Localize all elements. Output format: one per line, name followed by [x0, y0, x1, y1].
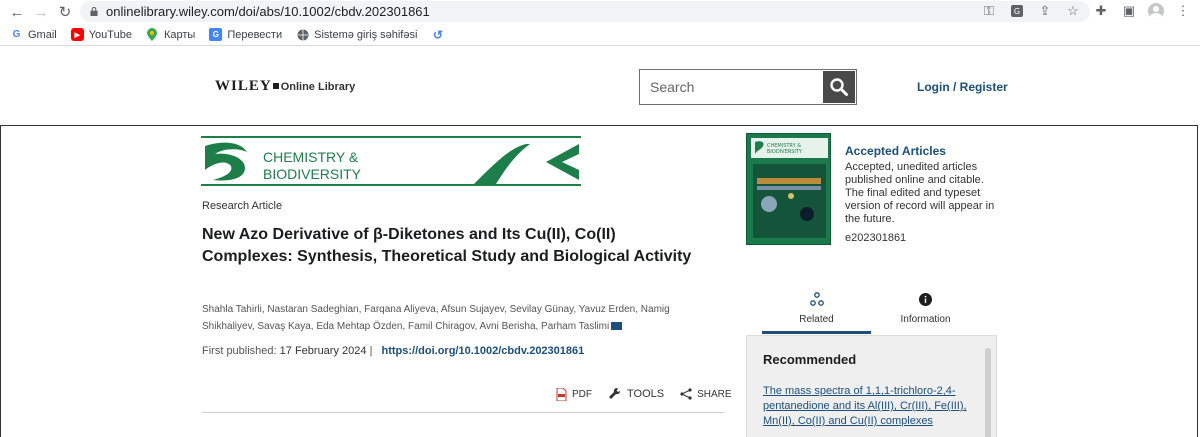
pubinfo-separator: | [369, 345, 373, 357]
tab-information-label: Information [900, 314, 951, 325]
tab-information[interactable]: Information [871, 290, 980, 334]
tools-button[interactable]: TOOLS [608, 387, 664, 401]
bookmark-translate[interactable]: G Перевести [209, 28, 282, 41]
history-icon: ↺ [432, 27, 443, 42]
translate-icon: G [209, 28, 223, 41]
share-icon [680, 388, 692, 400]
first-published-label: First published: [202, 345, 277, 357]
tools-label: TOOLS [627, 388, 665, 400]
article-title: New Azo Derivative of β-Diketones and It… [202, 226, 692, 265]
profile-avatar[interactable] [1148, 3, 1164, 19]
journal-name-line2: BIODIVERSITY [263, 166, 362, 182]
bookmark-gmail[interactable]: G Gmail [10, 28, 57, 41]
info-icon [919, 290, 932, 308]
reload-icon[interactable]: ↻ [54, 1, 76, 23]
recommended-heading: Recommended [763, 352, 857, 367]
search-input[interactable] [640, 70, 824, 104]
bookmark-label: YouTube [88, 28, 132, 41]
share-page-icon[interactable]: ⇪ [1036, 2, 1054, 20]
youtube-icon: ▶ [70, 28, 84, 41]
article-type: Research Article [202, 200, 283, 212]
recommended-item-link[interactable]: The mass spectra of 1,1,1-trichloro-2,4-… [763, 384, 973, 429]
bookmark-star-icon[interactable]: ☆ [1064, 2, 1082, 20]
recommended-scrollbar[interactable] [985, 348, 991, 437]
tab-related[interactable]: Related [762, 290, 871, 334]
authors-text[interactable]: Shahla Tahirli, Nastaran Sadeghian, Farq… [202, 304, 670, 332]
divider [202, 412, 724, 413]
search-box [639, 69, 857, 105]
back-icon[interactable]: ← [6, 1, 28, 23]
url-text: onlinelibrary.wiley.com/doi/abs/10.1002/… [106, 4, 430, 19]
accepted-articles-link[interactable]: Accepted Articles [845, 144, 946, 158]
recommended-panel: Recommended The mass spectra of 1,1,1-tr… [746, 335, 997, 437]
forward-icon[interactable]: → [30, 1, 52, 23]
bookmark-label: Карты [163, 28, 196, 41]
rail-tabs: Related Information [762, 290, 981, 334]
journal-logo-mark [205, 142, 247, 181]
pdf-button[interactable]: PDF [556, 387, 592, 401]
pdf-label: PDF [572, 388, 592, 400]
bookmark-history[interactable]: ↺ [431, 27, 449, 42]
article-id: e202301861 [845, 232, 907, 244]
globe-icon [296, 28, 309, 41]
share-label: SHARE [697, 388, 732, 400]
bookmark-label: Перевести [227, 28, 283, 41]
tab-related-label: Related [799, 314, 834, 325]
bookmark-youtube[interactable]: ▶ YouTube [70, 28, 132, 41]
cover-artwork: CHEMISTRY & BIODIVERSITY [747, 134, 830, 244]
author-list: Shahla Tahirli, Nastaran Sadeghian, Farq… [202, 301, 702, 335]
wrench-icon [609, 387, 621, 399]
bookmarks-bar: G Gmail ▶ YouTube Карты G Перевести Sist… [0, 24, 1200, 46]
journal-cover-image[interactable]: CHEMISTRY & BIODIVERSITY [746, 133, 831, 245]
extensions-icon[interactable]: ✚ [1092, 2, 1110, 20]
maps-icon [146, 28, 159, 41]
logo-wiley: WILEY [215, 78, 272, 94]
side-panel-icon[interactable]: ▣ [1120, 2, 1138, 20]
bookmark-label: Sistemə giriş səhifəsi [314, 28, 418, 41]
site-header: WILEY Online Library Login / Register [0, 47, 1200, 125]
pdf-icon [556, 387, 567, 401]
login-register-link[interactable]: Login / Register [917, 80, 1008, 94]
logo-dot [272, 83, 279, 89]
journal-swoosh [474, 144, 579, 184]
search-icon [830, 78, 848, 96]
related-icon [809, 290, 824, 308]
first-published-date: 17 February 2024 [279, 345, 367, 357]
article-actions: PDF TOOLS SHARE [556, 387, 748, 401]
doi-link[interactable]: https://doi.org/10.1002/cbdv.202301861 [381, 345, 584, 357]
bookmark-label: Gmail [28, 28, 57, 41]
svg-text:BIODIVERSITY: BIODIVERSITY [767, 149, 803, 155]
svg-text:G: G [1014, 7, 1020, 16]
browser-toolbar: ← → ↻ onlinelibrary.wiley.com/doi/abs/10… [0, 0, 1200, 24]
address-bar[interactable]: onlinelibrary.wiley.com/doi/abs/10.1002/… [80, 1, 1090, 22]
logo-online-library: Online Library [280, 81, 356, 93]
journal-banner[interactable]: CHEMISTRY & BIODIVERSITY [201, 136, 581, 186]
journal-name-line1: CHEMISTRY & [263, 149, 359, 165]
bookmark-maps[interactable]: Карты [146, 28, 195, 41]
search-button[interactable] [823, 71, 855, 103]
wiley-logo[interactable]: WILEY Online Library [215, 78, 355, 95]
menu-dots-icon[interactable]: ⋮ [1174, 2, 1192, 20]
journal-name: CHEMISTRY & BIODIVERSITY [263, 150, 361, 181]
publication-info: First published: 17 February 2024 | http… [202, 345, 584, 357]
gmail-icon: G [12, 29, 21, 40]
translate-page-icon[interactable]: G [1008, 2, 1026, 20]
lock-icon [90, 7, 98, 16]
accepted-articles-description: Accepted, unedited articles published on… [845, 161, 995, 225]
share-button[interactable]: SHARE [680, 388, 732, 400]
key-icon[interactable]: ⚿ [980, 2, 998, 20]
email-icon[interactable] [611, 322, 623, 330]
bookmark-system[interactable]: Sistemə giriş səhifəsi [296, 28, 417, 41]
